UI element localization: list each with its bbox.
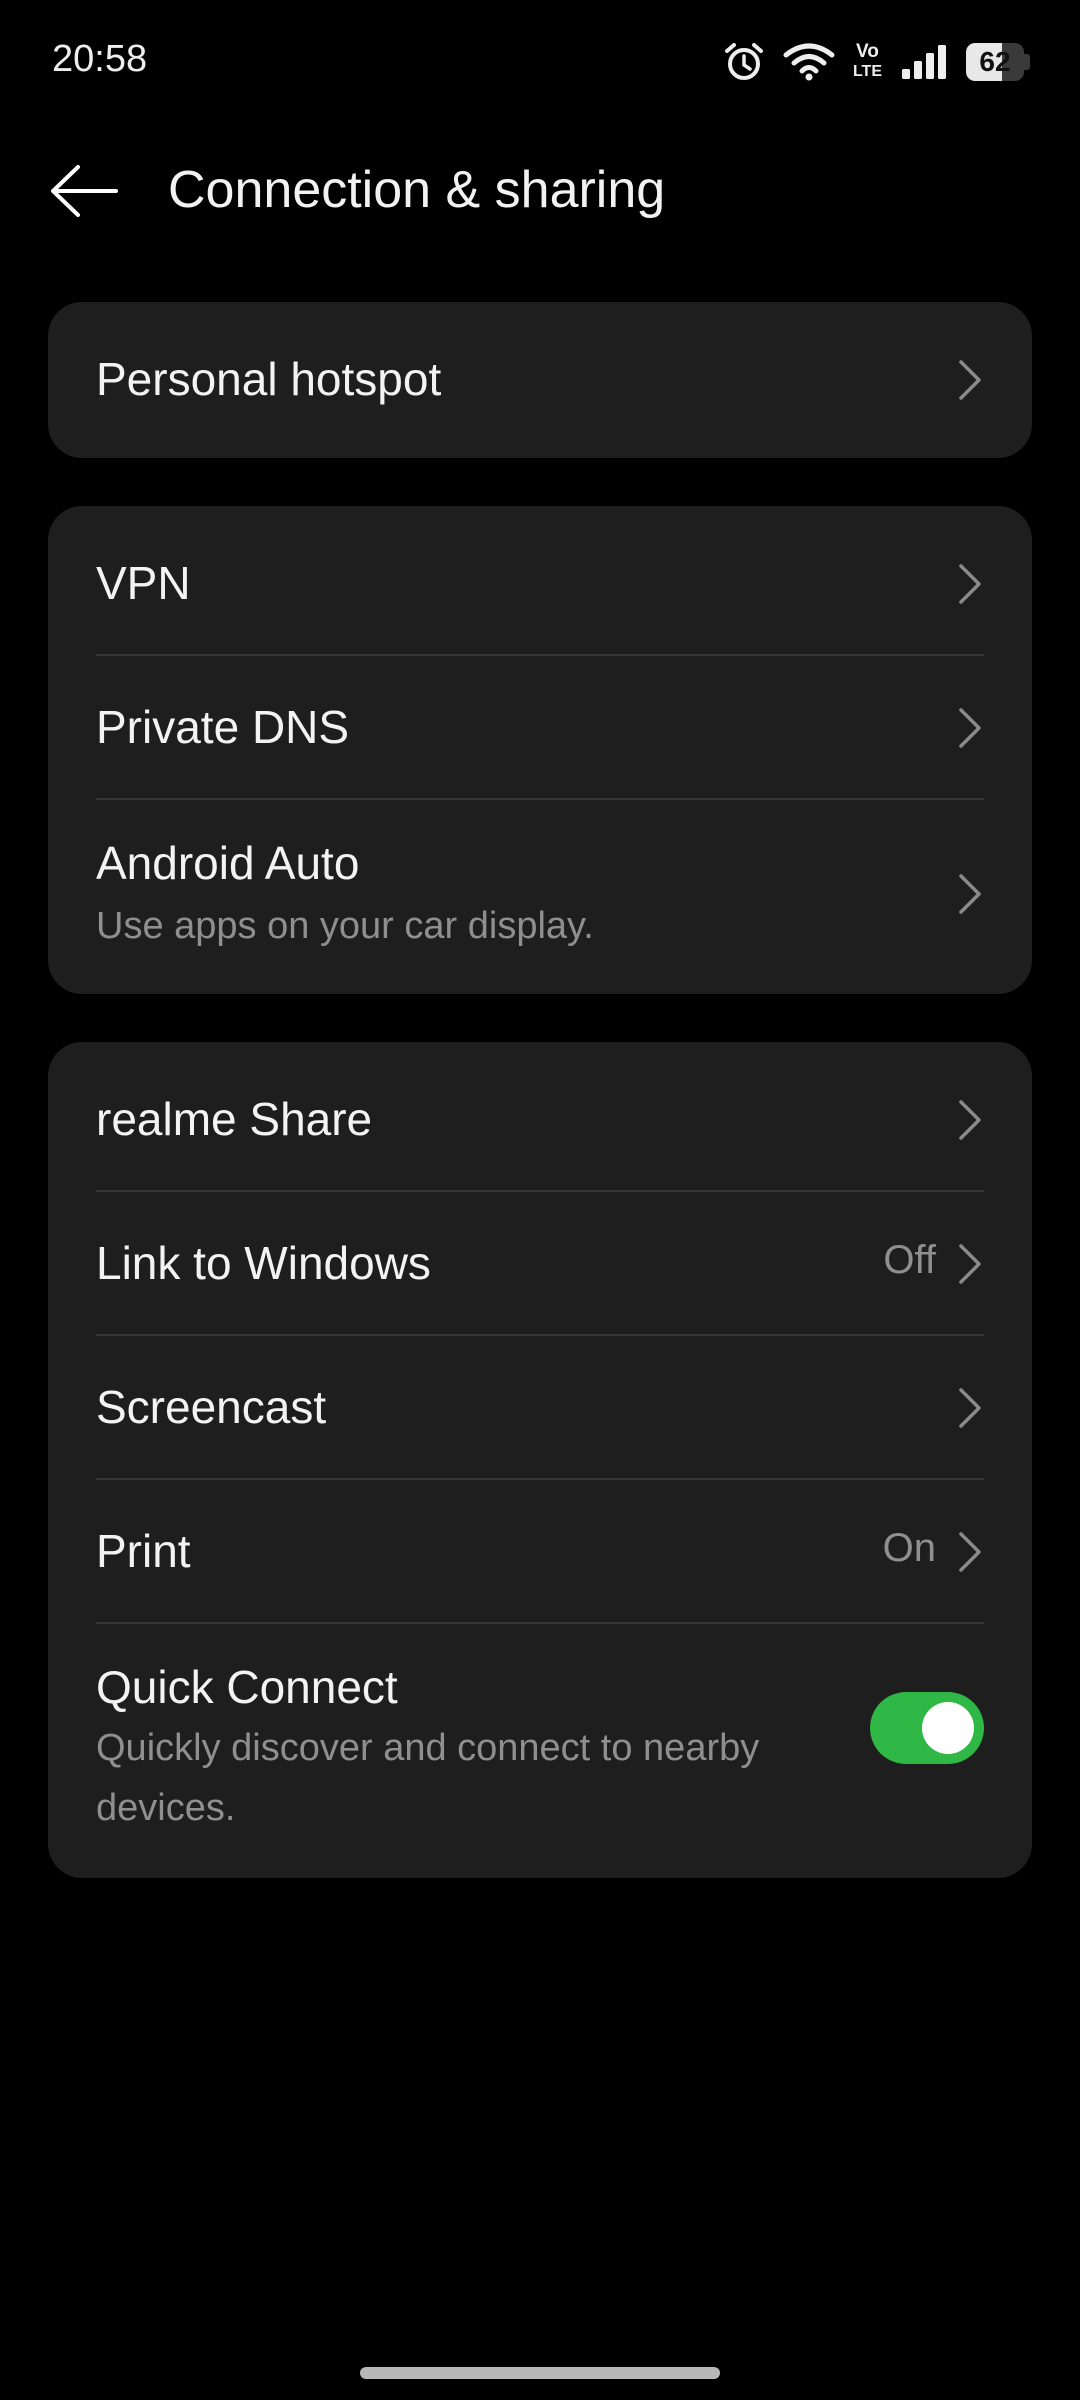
settings-card-hotspot: Personal hotspot bbox=[48, 302, 1032, 458]
private-dns-item[interactable]: Private DNS bbox=[48, 656, 1032, 800]
volte-bottom-label: LTE bbox=[852, 63, 882, 80]
chevron-right-icon bbox=[959, 1388, 981, 1428]
quick-connect-toggle[interactable] bbox=[870, 1692, 984, 1764]
volte-icon: Vo LTE bbox=[853, 42, 882, 82]
chevron-right-icon bbox=[959, 1532, 981, 1572]
chevron-right-icon bbox=[959, 564, 981, 604]
link-to-windows-label: Link to Windows bbox=[96, 1237, 431, 1289]
chevron-right-icon bbox=[959, 1244, 981, 1284]
link-to-windows-item[interactable]: Link to Windows Off bbox=[48, 1192, 1032, 1336]
quick-connect-label: Quick Connect bbox=[96, 1661, 398, 1713]
settings-card-network: VPN Private DNS Android Auto Use apps on… bbox=[48, 506, 1032, 994]
quick-connect-item[interactable]: Quick Connect Quickly discover and conne… bbox=[48, 1624, 1032, 1878]
realme-share-label: realme Share bbox=[96, 1093, 373, 1145]
status-icons: Vo LTE 62 bbox=[723, 36, 1032, 88]
cellular-signal-icon bbox=[900, 43, 948, 81]
vpn-item[interactable]: VPN bbox=[48, 506, 1032, 656]
print-item[interactable]: Print On bbox=[48, 1480, 1032, 1624]
alarm-icon bbox=[723, 41, 765, 83]
back-arrow-icon bbox=[51, 165, 118, 217]
chevron-right-icon bbox=[959, 708, 981, 748]
battery-nub bbox=[1024, 54, 1030, 70]
android-auto-label: Android Auto bbox=[96, 837, 360, 889]
android-auto-subtitle: Use apps on your car display. bbox=[96, 905, 594, 947]
back-button[interactable] bbox=[48, 164, 120, 218]
volte-top-label: Vo bbox=[856, 41, 879, 62]
home-indicator[interactable] bbox=[360, 2367, 720, 2379]
toggle-knob bbox=[922, 1702, 974, 1754]
chevron-right-icon bbox=[959, 874, 981, 914]
private-dns-label: Private DNS bbox=[96, 701, 350, 753]
screencast-item[interactable]: Screencast bbox=[48, 1336, 1032, 1480]
personal-hotspot-label: Personal hotspot bbox=[96, 353, 442, 405]
settings-card-sharing: realme Share Link to Windows Off Screenc… bbox=[48, 1042, 1032, 1878]
screencast-label: Screencast bbox=[96, 1381, 327, 1433]
chevron-right-icon bbox=[959, 1100, 981, 1140]
print-status: On bbox=[882, 1526, 936, 1570]
battery-icon: 62 bbox=[966, 43, 1032, 81]
chevron-right-icon bbox=[959, 360, 981, 400]
page-title: Connection & sharing bbox=[168, 161, 666, 219]
battery-level: 62 bbox=[979, 46, 1011, 77]
personal-hotspot-item[interactable]: Personal hotspot bbox=[48, 302, 1032, 458]
quick-connect-subtitle-line1: Quickly discover and connect to nearby bbox=[96, 1727, 760, 1769]
android-auto-item[interactable]: Android Auto Use apps on your car displa… bbox=[48, 800, 1032, 994]
app-bar: Connection & sharing bbox=[0, 124, 1080, 254]
status-time: 20:58 bbox=[52, 38, 148, 80]
link-to-windows-status: Off bbox=[883, 1238, 936, 1282]
print-label: Print bbox=[96, 1525, 191, 1577]
wifi-icon bbox=[783, 42, 835, 82]
vpn-label: VPN bbox=[96, 557, 191, 609]
realme-share-item[interactable]: realme Share bbox=[48, 1042, 1032, 1192]
quick-connect-subtitle-line2: devices. bbox=[96, 1787, 236, 1829]
status-bar: 20:58 Vo LTE 62 bbox=[0, 0, 1080, 124]
